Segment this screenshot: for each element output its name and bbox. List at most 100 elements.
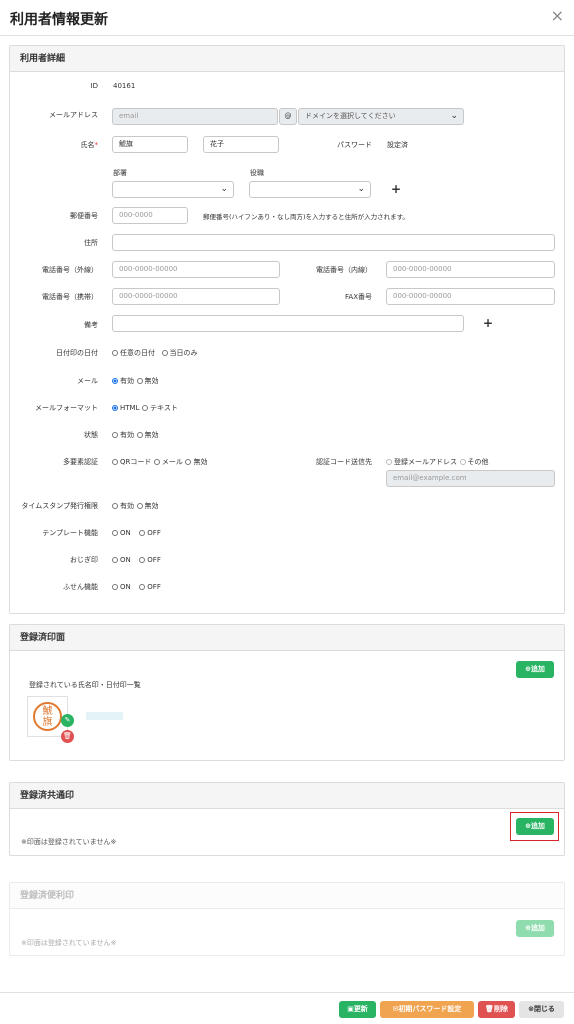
fusen-option-on[interactable]: ON <box>112 582 131 591</box>
close-button[interactable]: ⊗閉じる <box>519 1001 564 1018</box>
dept-label: 部署 <box>113 169 127 177</box>
code-dest-option-registered[interactable]: 登録メールアドレス <box>386 457 457 466</box>
template-option-on[interactable]: ON <box>112 528 131 537</box>
template-radio-group: ON OFF <box>112 528 161 537</box>
registered-seals-add-button[interactable]: ⊕追加 <box>516 661 554 678</box>
close-icon[interactable]: × <box>551 6 564 25</box>
ojigi-radio-group: ON OFF <box>112 555 161 564</box>
code-dest-radio-group: 登録メールアドレス その他 <box>386 457 489 467</box>
mail-option-disabled[interactable]: 無効 <box>136 376 159 385</box>
update-button[interactable]: ▣更新 <box>339 1001 376 1018</box>
timestamp-label: タイムスタンプ発行権限 <box>21 502 98 510</box>
radio-icon <box>139 557 146 563</box>
convenience-seals-heading: 登録済便利印 <box>10 883 564 909</box>
status-label: 状態 <box>84 431 98 439</box>
phone-ext-field[interactable]: 000-0000-00000 <box>112 261 280 278</box>
status-option-disabled[interactable]: 無効 <box>136 430 159 439</box>
fusen-label: ふせん機能 <box>63 583 98 591</box>
chevron-down-icon: ⌄ <box>450 111 458 121</box>
phone-ext-label: 電話番号（外線） <box>42 266 98 274</box>
ojigi-label: おじぎ印 <box>70 556 98 564</box>
domain-select[interactable]: ドメインを選択してください ⌄ <box>298 108 464 125</box>
mobile-field[interactable]: 000-0000-00000 <box>112 288 280 305</box>
dept-select[interactable]: ⌄ <box>112 181 234 198</box>
ojigi-option-off[interactable]: OFF <box>139 555 161 564</box>
status-option-enabled[interactable]: 有効 <box>112 430 134 439</box>
footer-divider <box>0 992 574 993</box>
mail-format-option-text[interactable]: テキスト <box>142 403 178 412</box>
edit-icon[interactable]: ✎ <box>61 714 74 727</box>
phone-int-label: 電話番号（内線） <box>316 266 372 274</box>
zip-hint: 郵便番号(ハイフンあり・なし両方)を入力すると住所が入力されます。 <box>203 213 409 221</box>
mfa-option-disabled[interactable]: 無効 <box>185 457 207 466</box>
radio-icon <box>112 557 118 563</box>
mail-format-option-html[interactable]: HTML <box>112 403 139 412</box>
code-dest-label: 認証コード送信先 <box>316 458 372 466</box>
mfa-option-mail[interactable]: メール <box>153 457 183 466</box>
registered-seals-heading: 登録済印面 <box>10 625 564 651</box>
trash-icon[interactable]: 🗑 <box>61 730 74 743</box>
radio-icon <box>112 350 118 356</box>
domain-placeholder: ドメインを選択してください <box>305 112 396 120</box>
mail-option-enabled[interactable]: 有効 <box>112 376 134 385</box>
delete-button[interactable]: 🗑削除 <box>478 1001 515 1018</box>
phone-int-field[interactable]: 000-0000-00000 <box>386 261 555 278</box>
convenience-seals-add-button[interactable]: ⊕追加 <box>516 920 554 937</box>
role-select[interactable]: ⌄ <box>249 181 371 198</box>
template-option-off[interactable]: OFF <box>139 528 161 537</box>
password-label: パスワード <box>337 141 372 149</box>
timestamp-option-disabled[interactable]: 無効 <box>136 501 159 510</box>
shared-seals-add-button[interactable]: ⊕追加 <box>516 818 554 835</box>
date-stamp-label: 日付印の日付 <box>56 349 98 357</box>
timestamp-radio-group: 有効 無効 <box>112 501 159 511</box>
required-mark: * <box>94 141 99 149</box>
role-label: 役職 <box>250 169 264 177</box>
password-value: 設定済 <box>387 141 408 149</box>
mfa-option-qr[interactable]: QRコード <box>112 457 151 466</box>
address-label: 住所 <box>84 239 98 247</box>
code-dest-option-other[interactable]: その他 <box>459 457 489 466</box>
mail-radio-group: 有効 無効 <box>112 376 159 386</box>
last-name-field[interactable]: 鯱旗 <box>112 136 188 153</box>
radio-icon <box>153 459 160 465</box>
trash-icon: 🗑 <box>485 1005 494 1013</box>
mfa-radio-group: QRコード メール 無効 <box>112 457 207 467</box>
radio-icon <box>136 378 143 384</box>
address-field[interactable] <box>112 234 555 251</box>
timestamp-option-enabled[interactable]: 有効 <box>112 501 134 510</box>
reset-password-button[interactable]: ✉初期パスワード設定 <box>380 1001 474 1018</box>
chevron-down-icon: ⌄ <box>357 184 365 194</box>
mobile-label: 電話番号（携帯） <box>42 293 98 301</box>
chevron-down-icon: ⌄ <box>220 184 228 194</box>
radio-icon <box>139 584 146 590</box>
fusen-radio-group: ON OFF <box>112 582 161 591</box>
add-note-button[interactable]: + <box>483 316 493 330</box>
id-value: 40161 <box>113 82 136 90</box>
radio-icon <box>386 459 392 465</box>
ojigi-option-on[interactable]: ON <box>112 555 131 564</box>
date-stamp-option-today[interactable]: 当日のみ <box>161 348 198 357</box>
fusen-option-off[interactable]: OFF <box>139 582 161 591</box>
radio-checked-icon <box>112 378 118 384</box>
date-stamp-option-any[interactable]: 任意の日付 <box>112 348 155 357</box>
registered-seals-panel: 登録済印面 <box>9 624 565 761</box>
seal-name-placeholder <box>86 712 123 720</box>
seal-stamp-image: 鯱 旗 <box>33 702 62 731</box>
modal-title: 利用者情報更新 <box>10 12 108 28</box>
fax-label: FAX番号 <box>345 293 372 301</box>
zip-field[interactable]: 000-0000 <box>112 207 188 224</box>
template-label: テンプレート機能 <box>42 529 98 537</box>
first-name-field[interactable]: 花子 <box>203 136 279 153</box>
radio-icon <box>161 350 168 356</box>
code-dest-email-field[interactable]: email@example.com <box>386 470 555 487</box>
header-divider <box>0 35 574 36</box>
note-label: 備考 <box>84 321 98 329</box>
mail-format-radio-group: HTML テキスト <box>112 403 178 413</box>
radio-icon <box>112 432 118 438</box>
status-radio-group: 有効 無効 <box>112 430 159 440</box>
fax-field[interactable]: 000-0000-00000 <box>386 288 555 305</box>
name-label: 氏名* <box>8 140 99 150</box>
add-dept-role-button[interactable]: + <box>391 182 401 196</box>
email-field[interactable]: email <box>112 108 278 125</box>
note-field[interactable] <box>112 315 464 332</box>
